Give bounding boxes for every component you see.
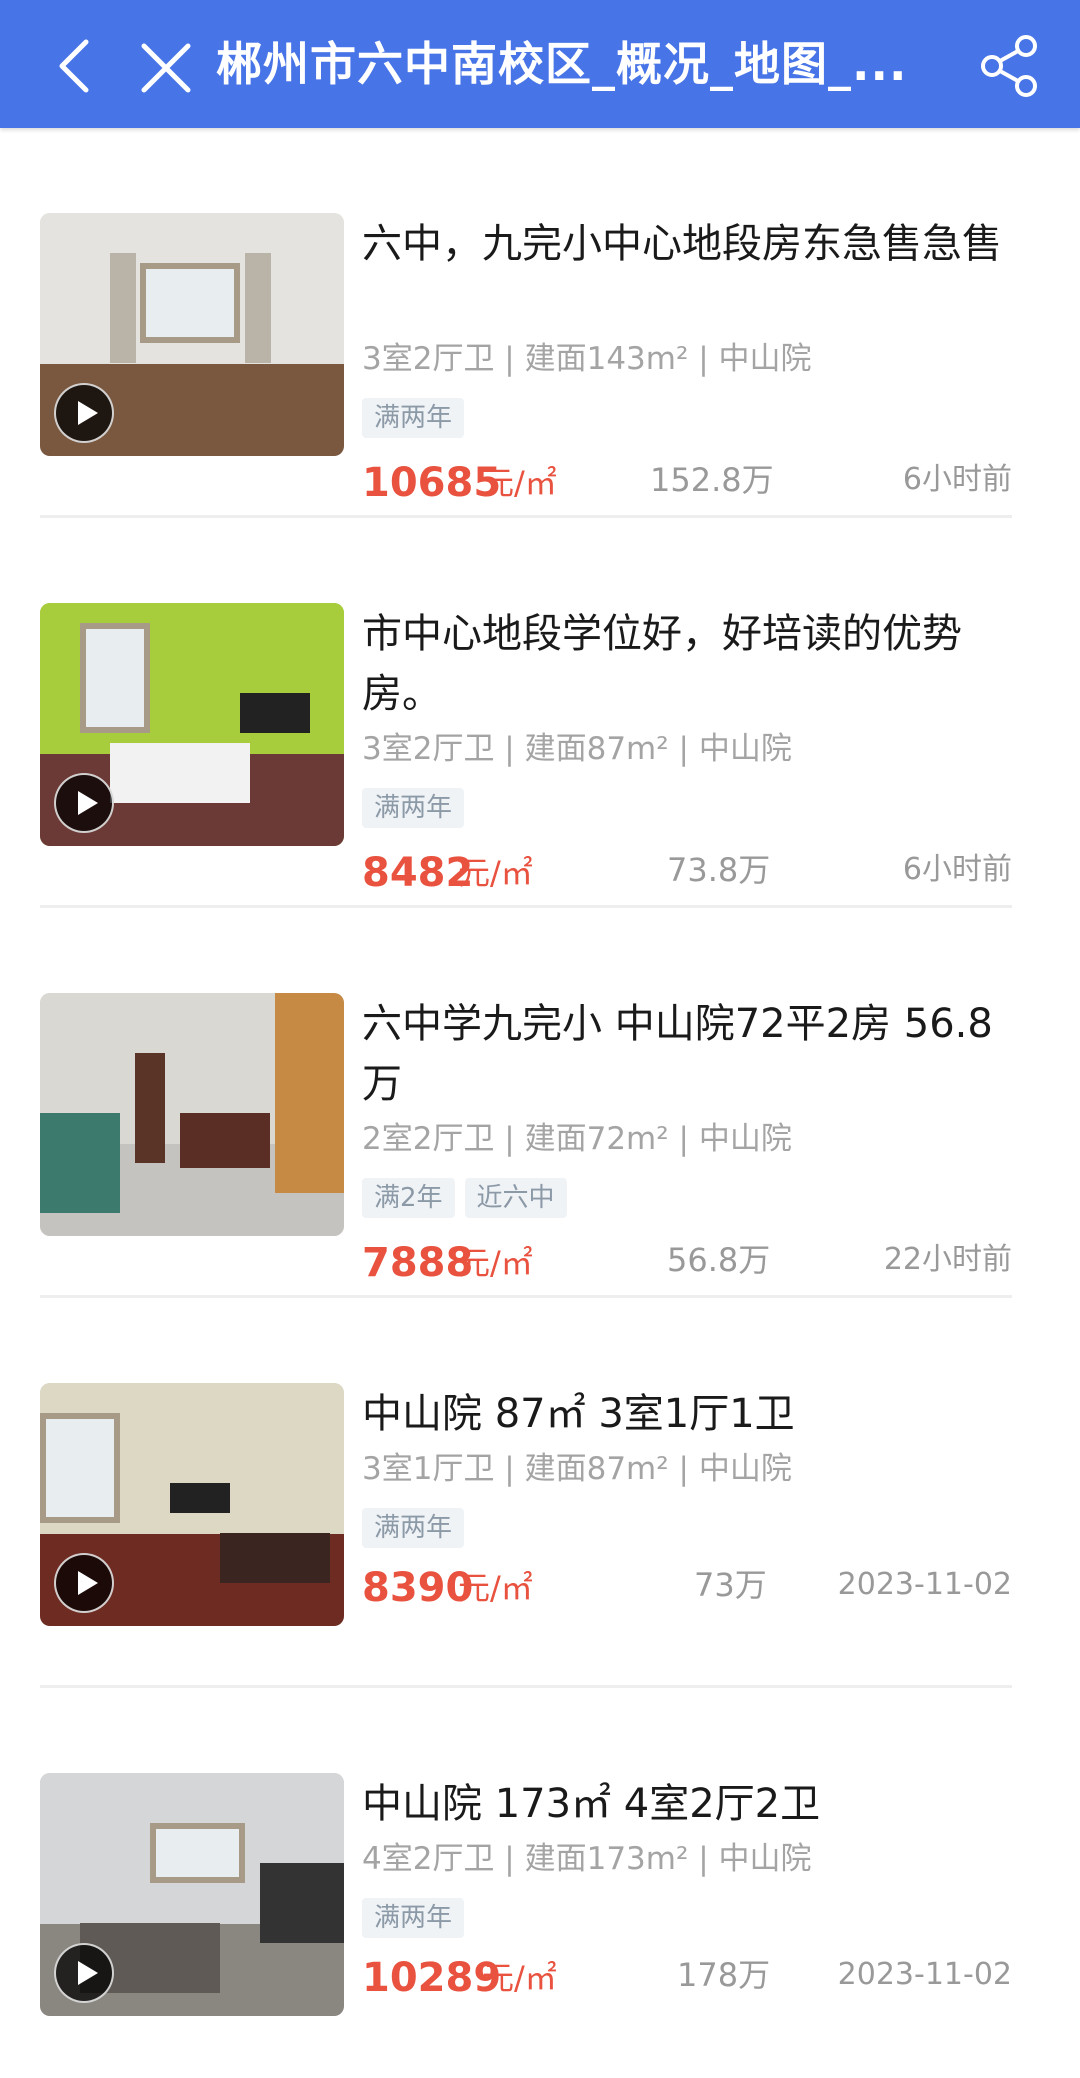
posted-time: 2023-11-02 bbox=[837, 1957, 1012, 1992]
unit-price: 10289 bbox=[362, 1955, 502, 2001]
share-icon[interactable] bbox=[978, 34, 1040, 98]
page-title: 郴州市六中南校区_概况_地图_... bbox=[216, 37, 908, 91]
listing-tags: 满2年 近六中 bbox=[362, 1178, 567, 1218]
price-row: 10685 元/㎡ 152.8万 6小时前 bbox=[362, 458, 1012, 508]
listing-specs: 3室2厅卫 | 建面87m² | 中山院 bbox=[362, 731, 792, 767]
listing-photo[interactable] bbox=[40, 1383, 344, 1626]
listing-tags: 满两年 bbox=[362, 788, 465, 828]
play-video-icon[interactable] bbox=[54, 773, 114, 833]
listing-specs: 4室2厅卫 | 建面173m² | 中山院 bbox=[362, 1841, 812, 1877]
total-price: 178万 bbox=[677, 1956, 771, 1994]
listing-photo[interactable] bbox=[40, 1773, 344, 2016]
listing-card[interactable]: 六中，九完小中心地段房东急售急售 3室2厅卫 | 建面143m² | 中山院 满… bbox=[40, 128, 1012, 518]
tag: 满两年 bbox=[362, 1508, 465, 1548]
listing-card[interactable]: 六中学九完小 中山院72平2房 56.8万 2室2厅卫 | 建面72m² | 中… bbox=[40, 908, 1012, 1298]
unit-price-label: 元/㎡ bbox=[458, 854, 533, 892]
top-bar: 郴州市六中南校区_概况_地图_... bbox=[0, 0, 1080, 128]
posted-time: 22小时前 bbox=[883, 1242, 1012, 1277]
play-video-icon[interactable] bbox=[54, 383, 114, 443]
unit-price-label: 元/㎡ bbox=[482, 464, 557, 502]
posted-time: 6小时前 bbox=[902, 462, 1012, 497]
price-row: 10289 元/㎡ 178万 2023-11-02 bbox=[362, 1953, 1012, 2003]
unit-price: 10685 bbox=[362, 460, 502, 506]
posted-time: 6小时前 bbox=[902, 852, 1012, 887]
listing-photo[interactable] bbox=[40, 213, 344, 456]
price-row: 8482 元/㎡ 73.8万 6小时前 bbox=[362, 848, 1012, 898]
listing-specs: 2室2厅卫 | 建面72m² | 中山院 bbox=[362, 1121, 792, 1157]
total-price: 56.8万 bbox=[667, 1241, 771, 1279]
total-price: 73万 bbox=[694, 1566, 767, 1604]
close-icon[interactable] bbox=[138, 40, 194, 96]
listing-card[interactable]: 中山院 87㎡ 3室1厅1卫 3室1厅卫 | 建面87m² | 中山院 满两年 … bbox=[40, 1298, 1012, 1688]
unit-price-label: 元/㎡ bbox=[458, 1569, 533, 1607]
listing-card[interactable]: 市中心地段学位好，好培读的优势房。 3室2厅卫 | 建面87m² | 中山院 满… bbox=[40, 518, 1012, 908]
total-price: 152.8万 bbox=[650, 461, 774, 499]
listing-title: 中山院 87㎡ 3室1厅1卫 bbox=[362, 1391, 795, 1437]
price-row: 8390 元/㎡ 73万 2023-11-02 bbox=[362, 1563, 1012, 1613]
listing-title: 中山院 173㎡ 4室2厅2卫 bbox=[362, 1781, 821, 1827]
total-price: 73.8万 bbox=[667, 851, 771, 889]
listing-tags: 满两年 bbox=[362, 1508, 465, 1548]
listing-tags: 满两年 bbox=[362, 1898, 465, 1938]
unit-price-label: 元/㎡ bbox=[458, 1244, 533, 1282]
listing-tags: 满两年 bbox=[362, 398, 465, 438]
unit-price: 8482 bbox=[362, 850, 474, 896]
unit-price: 7888 bbox=[362, 1240, 474, 1286]
listing-title: 六中学九完小 中山院72平2房 56.8万 bbox=[362, 1001, 993, 1107]
unit-price: 8390 bbox=[362, 1565, 474, 1611]
posted-time: 2023-11-02 bbox=[837, 1567, 1012, 1602]
price-row: 7888 元/㎡ 56.8万 22小时前 bbox=[362, 1238, 1012, 1288]
listing-title: 市中心地段学位好，好培读的优势房。 bbox=[362, 611, 962, 717]
back-icon[interactable] bbox=[52, 38, 100, 94]
tag: 满两年 bbox=[362, 1898, 465, 1938]
unit-price-label: 元/㎡ bbox=[482, 1959, 557, 1997]
listing-specs: 3室1厅卫 | 建面87m² | 中山院 bbox=[362, 1451, 792, 1487]
tag: 满两年 bbox=[362, 398, 465, 438]
listing-photo[interactable] bbox=[40, 603, 344, 846]
listing-specs: 3室2厅卫 | 建面143m² | 中山院 bbox=[362, 341, 812, 377]
play-video-icon[interactable] bbox=[54, 1553, 114, 1613]
play-video-icon[interactable] bbox=[54, 1943, 114, 2003]
tag: 满2年 bbox=[362, 1178, 455, 1218]
listing-card[interactable]: 中山院 173㎡ 4室2厅2卫 4室2厅卫 | 建面173m² | 中山院 满两… bbox=[40, 1688, 1012, 2078]
tag: 近六中 bbox=[464, 1178, 567, 1218]
listing-photo[interactable] bbox=[40, 993, 344, 1236]
listing-title: 六中，九完小中心地段房东急售急售 bbox=[362, 221, 1002, 267]
tag: 满两年 bbox=[362, 788, 465, 828]
